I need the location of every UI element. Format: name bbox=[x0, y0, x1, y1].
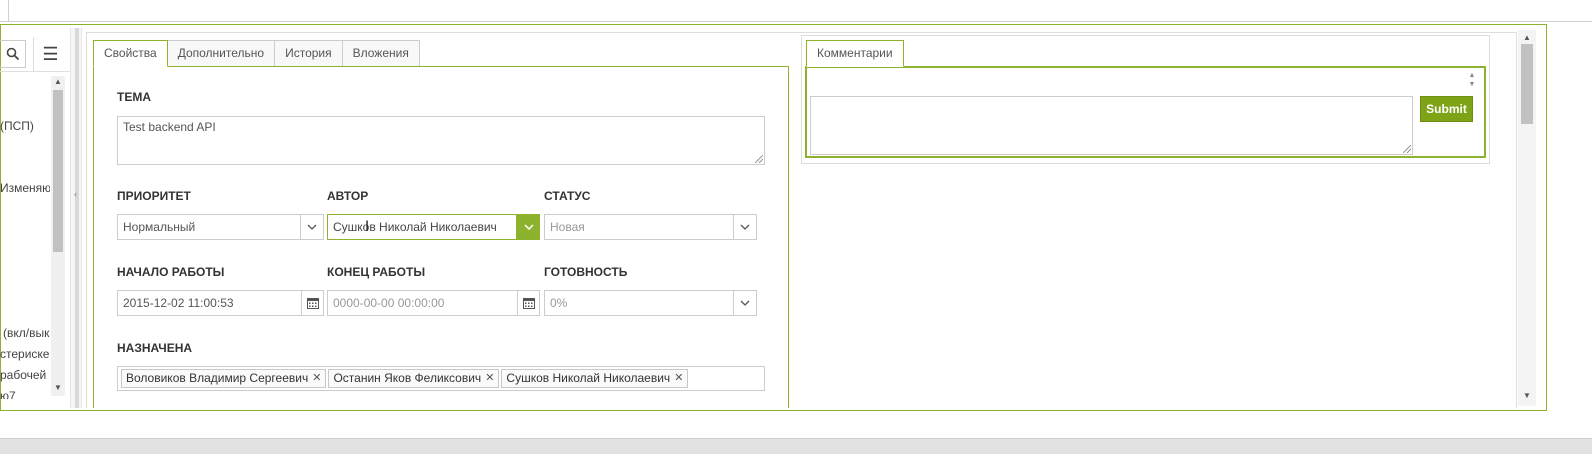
progress-label: ГОТОВНОСТЬ bbox=[544, 265, 628, 279]
status-label: СТАТУС bbox=[544, 189, 591, 203]
resize-grip-icon[interactable] bbox=[755, 155, 763, 163]
assignee-name: Воловиков Владимир Сергеевич bbox=[126, 371, 309, 385]
tab-history[interactable]: История bbox=[274, 40, 343, 67]
chevron-down-icon bbox=[307, 224, 317, 230]
remove-icon[interactable]: ✕ bbox=[312, 370, 321, 387]
calendar-icon bbox=[522, 298, 535, 309]
submit-button[interactable]: Submit bbox=[1420, 96, 1473, 122]
collapse-arrow-icon[interactable]: ‹ bbox=[74, 189, 77, 199]
progress-select[interactable]: 0% bbox=[544, 290, 734, 316]
start-date-input[interactable]: 2015-12-02 11:00:53 bbox=[117, 290, 302, 316]
list-item[interactable]: (ПСП) bbox=[0, 119, 50, 133]
list-item[interactable]: рабочей bbox=[0, 368, 50, 382]
assignees-input[interactable]: Воловиков Владимир Сергеевич ✕ Останин Як… bbox=[117, 366, 765, 391]
assignee-tag[interactable]: Останин Яков Феликсович ✕ bbox=[328, 369, 500, 388]
comments-scroll-spinner[interactable]: ▲ ▼ bbox=[1466, 71, 1478, 89]
assigned-label: НАЗНАЧЕНА bbox=[117, 341, 193, 355]
main-scrollbar-thumb[interactable] bbox=[1521, 44, 1533, 124]
list-item[interactable]: стериске bbox=[0, 347, 50, 361]
priority-select[interactable]: Нормальный bbox=[117, 214, 301, 240]
start-date-label: НАЧАЛО РАБОТЫ bbox=[117, 265, 225, 279]
list-item[interactable]: Изменяю bbox=[0, 181, 50, 195]
author-select[interactable]: Сушков Николай Николаевич bbox=[327, 214, 517, 240]
chevron-down-icon bbox=[523, 224, 534, 230]
tab-comments[interactable]: Комментарии bbox=[806, 40, 904, 67]
subject-label: ТЕМА bbox=[117, 90, 151, 104]
hamburger-icon: ☰ bbox=[42, 43, 59, 64]
status-select[interactable]: Новая bbox=[544, 214, 734, 240]
left-scrollbar-thumb[interactable] bbox=[53, 90, 63, 252]
tab-properties[interactable]: Свойства bbox=[93, 40, 168, 67]
start-date-picker-button[interactable] bbox=[301, 290, 324, 316]
subject-input[interactable]: Test backend API bbox=[117, 116, 765, 165]
top-toolbar bbox=[0, 0, 1592, 22]
end-date-label: КОНЕЦ РАБОТЫ bbox=[327, 265, 426, 279]
text-cursor-icon: I bbox=[365, 219, 370, 235]
search-button[interactable] bbox=[0, 40, 26, 68]
toolbar-divider bbox=[8, 0, 9, 22]
assignee-tag[interactable]: Воловиков Владимир Сергеевич ✕ bbox=[121, 369, 327, 388]
scroll-down-icon[interactable]: ▼ bbox=[1520, 391, 1534, 401]
scroll-up-icon[interactable]: ▲ bbox=[51, 77, 65, 87]
calendar-icon bbox=[306, 298, 319, 309]
splitter-handle[interactable] bbox=[75, 28, 79, 408]
search-icon bbox=[6, 47, 19, 61]
remove-icon[interactable]: ✕ bbox=[674, 370, 683, 387]
chevron-down-icon bbox=[740, 300, 750, 306]
list-item[interactable]: ю7 bbox=[0, 389, 50, 399]
end-date-picker-button[interactable] bbox=[517, 290, 540, 316]
author-label: АВТОР bbox=[327, 189, 369, 203]
assignee-name: Сушков Николай Николаевич bbox=[506, 371, 671, 385]
scroll-down-icon[interactable]: ▼ bbox=[51, 383, 65, 393]
menu-button[interactable]: ☰ bbox=[33, 37, 67, 71]
list-item[interactable]: (вкл/вык bbox=[3, 326, 50, 340]
resize-grip-icon[interactable] bbox=[1403, 145, 1411, 153]
status-bar bbox=[0, 438, 1592, 454]
scroll-up-icon[interactable]: ▲ bbox=[1520, 33, 1534, 43]
status-dropdown-button[interactable] bbox=[733, 214, 757, 240]
tab-additional[interactable]: Дополнительно bbox=[166, 40, 276, 67]
assignee-name: Останин Яков Феликсович bbox=[333, 371, 482, 385]
chevron-down-icon bbox=[740, 224, 750, 230]
author-dropdown-button[interactable] bbox=[517, 214, 540, 240]
priority-label: ПРИОРИТЕТ bbox=[117, 189, 191, 203]
progress-dropdown-button[interactable] bbox=[733, 290, 757, 316]
remove-icon[interactable]: ✕ bbox=[485, 370, 494, 387]
end-date-input[interactable]: 0000-00-00 00:00:00 bbox=[327, 290, 518, 316]
property-tabs: Свойства Дополнительно История Вложения bbox=[93, 40, 420, 67]
assignee-tag[interactable]: Сушков Николай Николаевич ✕ bbox=[501, 369, 689, 388]
comment-input[interactable] bbox=[810, 96, 1413, 155]
priority-dropdown-button[interactable] bbox=[300, 214, 324, 240]
tab-attachments[interactable]: Вложения bbox=[341, 40, 420, 67]
